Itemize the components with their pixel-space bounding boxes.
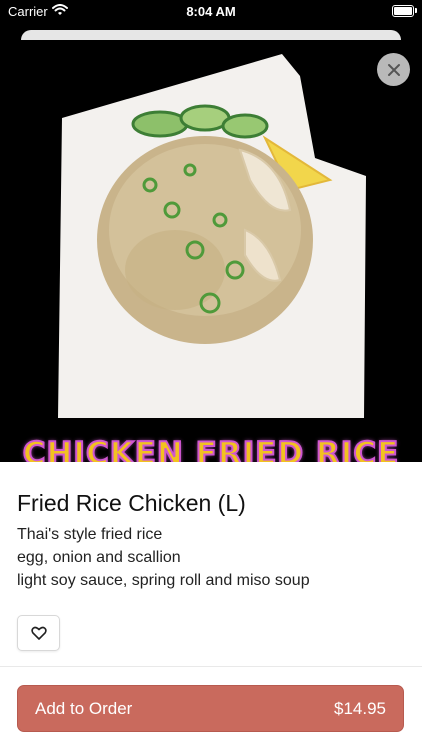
divider (0, 666, 422, 667)
item-title: Fried Rice Chicken (L) (17, 490, 246, 516)
description-line: egg, onion and scallion (17, 549, 181, 566)
add-to-order-button[interactable]: Add to Order $14.95 (17, 685, 404, 732)
food-photo: CHICKEN FRIED RICE (0, 40, 422, 462)
price-label: $14.95 (334, 698, 386, 718)
favorite-button[interactable] (17, 615, 60, 651)
heart-icon (30, 626, 47, 640)
food-image (58, 54, 366, 418)
close-icon (387, 63, 400, 76)
description-line: light soy sauce, spring roll and miso so… (17, 572, 310, 589)
status-bar: Carrier 8:04 AM (0, 0, 422, 26)
battery-icon (392, 5, 414, 17)
clock: 8:04 AM (186, 4, 236, 19)
banner-text: CHICKEN FRIED RICE (22, 435, 400, 462)
close-button[interactable] (377, 53, 410, 86)
battery-cap (415, 8, 417, 13)
description-line: Thai's style fried rice (17, 526, 163, 543)
add-to-order-label: Add to Order (35, 698, 133, 718)
item-detail-panel: Fried Rice Chicken (L) Thai's style frie… (0, 462, 422, 750)
